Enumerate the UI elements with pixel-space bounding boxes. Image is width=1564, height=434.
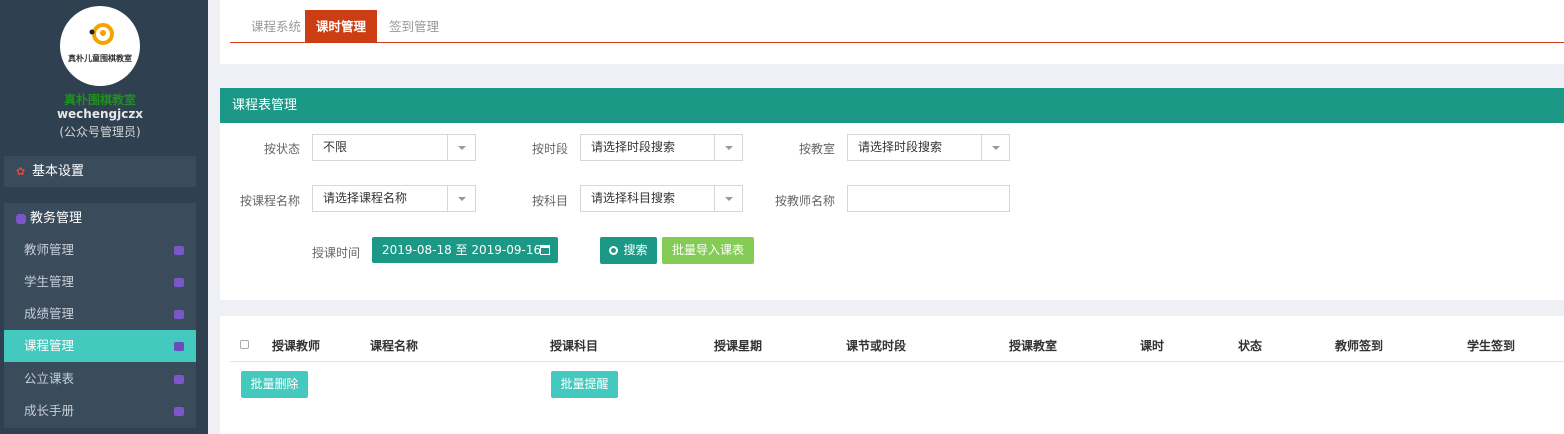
logo-mark-icon	[89, 23, 114, 45]
sidebar-item-grades[interactable]: 成绩管理	[4, 298, 196, 330]
edu-management-label: 教务管理	[30, 211, 83, 226]
chevron-down-icon	[447, 135, 475, 160]
sidebar-item-public-schedule[interactable]: 公立课表	[4, 363, 196, 395]
batch-import-button[interactable]: 批量导入课表	[662, 237, 754, 264]
tab-lesson-management[interactable]: 课时管理	[305, 10, 377, 43]
col-hours: 课时	[1140, 339, 1165, 353]
sidebar-item-label: 课程管理	[24, 338, 75, 353]
col-teacher: 授课教师	[272, 339, 321, 353]
sidebar-item-label: 公立课表	[24, 371, 75, 386]
course-select-value: 请选择课程名称	[323, 191, 408, 205]
basic-settings-label: 基本设置	[32, 164, 85, 179]
col-classroom: 授课教室	[1009, 339, 1058, 353]
tabs-divider	[230, 42, 1564, 43]
course-filter-label: 按课程名称	[239, 194, 300, 208]
date-range-picker[interactable]: 2019-08-18 至 2019-09-16	[372, 237, 558, 263]
search-icon	[609, 246, 619, 255]
select-all-checkbox[interactable]	[240, 340, 249, 349]
org-name: 真朴围棋教室	[63, 93, 136, 107]
search-button-label: 搜索	[623, 243, 648, 257]
course-select[interactable]: 请选择课程名称	[312, 185, 476, 212]
user-role: (公众号管理员)	[59, 125, 141, 139]
status-select[interactable]: 不限	[312, 134, 476, 161]
chevron-down-icon	[981, 135, 1009, 160]
users-icon	[174, 278, 184, 287]
graduation-cap-icon	[174, 342, 184, 351]
circle-icon	[174, 375, 184, 384]
arrow-up-icon	[174, 407, 184, 416]
book-icon	[174, 310, 184, 319]
sidebar-item-students[interactable]: 学生管理	[4, 266, 196, 298]
classroom-filter-label: 按教室	[798, 142, 835, 156]
tab-attendance[interactable]: 签到管理	[380, 10, 448, 43]
period-select[interactable]: 请选择时段搜索	[580, 134, 743, 161]
batch-remind-button[interactable]: 批量提醒	[551, 371, 618, 398]
chevron-down-icon	[447, 186, 475, 211]
database-icon	[16, 213, 26, 224]
table-panel: 授课教师 课程名称 授课科目 授课星期 课节或时段 授课教室 课时 状态 教师签…	[220, 316, 1564, 434]
menu-edu-management: 教务管理 教师管理 学生管理 成绩管理 课程管理 公立课表 成长手册	[4, 203, 196, 428]
period-filter-label: 按时段	[531, 142, 568, 156]
status-select-value: 不限	[323, 140, 348, 154]
menu-basic-settings[interactable]: ✿ 基本设置	[4, 156, 196, 187]
col-subject: 授课科目	[550, 339, 599, 353]
col-weekday: 授课星期	[714, 339, 763, 353]
period-select-value: 请选择时段搜索	[591, 140, 676, 154]
sidebar-item-label: 成长手册	[24, 403, 75, 418]
subject-select[interactable]: 请选择科目搜索	[580, 185, 743, 212]
sidebar-item-label: 教师管理	[24, 242, 75, 257]
col-teacher-signin: 教师签到	[1335, 339, 1384, 353]
logo: 真朴儿童围棋教室	[60, 6, 140, 86]
col-status: 状态	[1238, 339, 1263, 353]
teacher-name-input[interactable]	[847, 185, 1010, 212]
edu-management-header[interactable]: 教务管理	[4, 203, 196, 234]
date-range-value: 2019-08-18 至 2019-09-16	[382, 243, 542, 257]
tab-course-system[interactable]: 课程系统	[236, 10, 316, 43]
classroom-select[interactable]: 请选择时段搜索	[847, 134, 1010, 161]
sidebar-item-growth-handbook[interactable]: 成长手册	[4, 395, 196, 427]
subject-select-value: 请选择科目搜索	[591, 191, 676, 205]
username: wechengjczx	[56, 107, 144, 121]
status-filter-label: 按状态	[263, 142, 300, 156]
calendar-icon	[540, 245, 550, 255]
gear-icon: ✿	[16, 165, 26, 178]
col-course-name: 课程名称	[370, 339, 419, 353]
search-button[interactable]: 搜索	[600, 237, 657, 264]
table-header-divider	[230, 361, 1564, 362]
sidebar-item-teachers[interactable]: 教师管理	[4, 234, 196, 266]
batch-delete-button[interactable]: 批量删除	[241, 371, 308, 398]
sidebar-item-label: 学生管理	[24, 274, 75, 289]
subject-filter-label: 按科目	[531, 194, 568, 208]
tabs-panel: 课程系统 课时管理 签到管理	[220, 0, 1564, 64]
panel-title: 课程表管理	[220, 88, 1564, 123]
search-panel: 课程表管理 按状态 不限 按时段 请选择时段搜索 按教室 请选择时段搜索 按课程…	[220, 88, 1564, 300]
sidebar-item-label: 成绩管理	[24, 306, 75, 321]
logo-text: 真朴儿童围棋教室	[68, 54, 132, 63]
col-period: 课节或时段	[846, 339, 907, 353]
col-student-signin: 学生签到	[1467, 339, 1516, 353]
user-icon	[174, 246, 184, 255]
classroom-select-value: 请选择时段搜索	[858, 140, 943, 154]
time-filter-label: 授课时间	[311, 246, 360, 260]
sidebar: 真朴儿童围棋教室 真朴围棋教室 wechengjczx (公众号管理员) ✿ 基…	[0, 0, 208, 434]
teacher-filter-label: 按教师名称	[774, 194, 835, 208]
sidebar-item-courses[interactable]: 课程管理	[4, 330, 196, 362]
chevron-down-icon	[714, 186, 742, 211]
chevron-down-icon	[714, 135, 742, 160]
